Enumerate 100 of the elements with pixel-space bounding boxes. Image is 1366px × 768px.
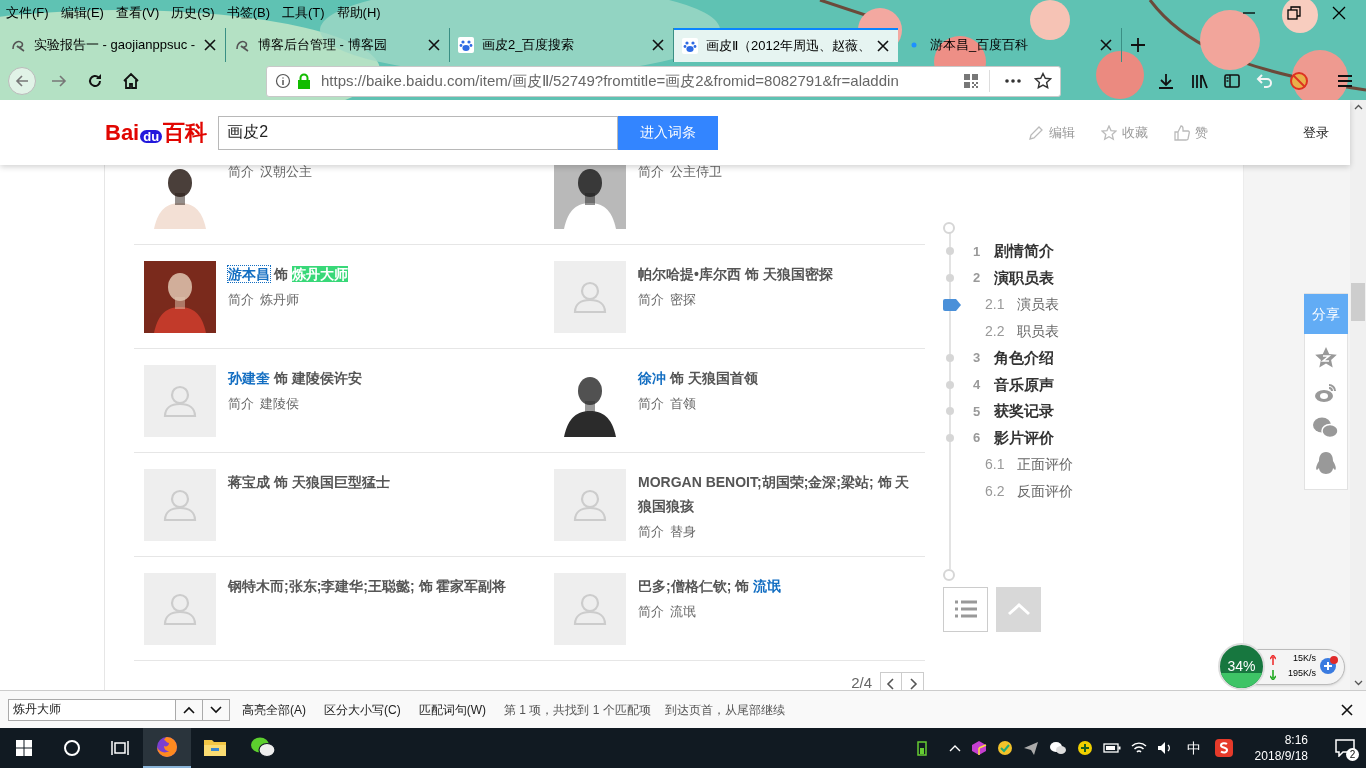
scrollbar[interactable]	[1350, 100, 1366, 690]
find-previous-button[interactable]	[176, 698, 203, 721]
url-text: https://baike.baidu.com/item/画皮Ⅱ/52749?fromtitle=画皮2&fromid=8082791&fr=aladdin	[321, 70, 900, 91]
browser-tab[interactable]: 实验报告一 - gaojianppsuc -	[2, 28, 226, 62]
toc-link[interactable]: 1 剧情简介	[973, 240, 1054, 263]
thumbs-up-icon	[1174, 124, 1191, 141]
download-icon[interactable]	[1157, 72, 1175, 90]
cast-title: 帕尔哈提•库尔西 饰 天狼国密探	[638, 265, 833, 284]
chevron-up-icon[interactable]	[1353, 104, 1363, 110]
notification-icon	[1335, 739, 1355, 757]
battery-charging-icon[interactable]	[916, 740, 927, 756]
speaker-icon[interactable]	[1156, 741, 1173, 755]
intro-label: 简介	[638, 163, 664, 181]
browser-tab[interactable]: 博客后台管理 - 博客园	[226, 28, 450, 62]
info-icon[interactable]	[275, 73, 291, 89]
penguin-icon[interactable]	[1314, 451, 1338, 477]
back-button[interactable]	[8, 67, 36, 95]
toc-link[interactable]: 6.2 反面评价	[973, 481, 1073, 503]
wifi-icon[interactable]	[1130, 741, 1147, 755]
search-icon[interactable]	[63, 739, 81, 757]
input-method-indicator[interactable]: 中	[1186, 737, 1201, 759]
toc-link[interactable]: 6.1 正面评价	[973, 454, 1073, 476]
menu-item[interactable]: 查看(V)	[109, 3, 166, 23]
person-icon	[162, 487, 198, 523]
browser-tab[interactable]: 画皮Ⅱ（2012年周迅、赵薇、	[674, 28, 898, 62]
menu-item[interactable]: 工具(T)	[276, 3, 331, 23]
new-tab-icon[interactable]	[1130, 37, 1146, 53]
sidebar-icon[interactable]	[1223, 72, 1241, 90]
task-view-icon[interactable]	[111, 740, 129, 756]
find-option[interactable]: 高亮全部(A)	[242, 700, 306, 719]
send-icon[interactable]	[1022, 740, 1039, 756]
toc-link[interactable]: 2.1 演员表	[973, 294, 1059, 316]
toc-link[interactable]: 6 影片评价	[973, 426, 1054, 450]
home-icon[interactable]	[122, 72, 140, 90]
toc-link[interactable]: 3 角色介绍	[973, 346, 1054, 370]
find-option[interactable]: 区分大小写(C)	[324, 700, 401, 719]
clock[interactable]: 8:16 2018/9/18	[1254, 732, 1308, 764]
toc-link[interactable]: 2 演职员表	[973, 266, 1054, 290]
find-next-button[interactable]	[203, 698, 230, 721]
actor-link[interactable]: 徐冲	[638, 370, 666, 386]
login-link[interactable]: 登录	[1303, 122, 1329, 143]
close-icon[interactable]	[1330, 4, 1348, 22]
scroll-thumb[interactable]	[1351, 283, 1365, 321]
find-option[interactable]: 匹配词句(W)	[418, 700, 486, 719]
toc-link[interactable]: 4 音乐原声	[973, 373, 1054, 397]
actor-link[interactable]: 游本昌	[228, 266, 270, 282]
toc-link[interactable]: 5 获奖记录	[973, 400, 1054, 423]
toc-list-button[interactable]	[943, 586, 988, 632]
menu-item[interactable]: 书签(B)	[220, 3, 276, 23]
star-icon[interactable]	[1314, 346, 1338, 370]
weibo-eye-icon[interactable]	[1314, 381, 1338, 405]
menu-item[interactable]: 历史(S)	[165, 3, 221, 23]
close-icon[interactable]	[203, 38, 217, 52]
chevron-down-icon[interactable]	[1353, 680, 1363, 686]
cube-icon[interactable]	[970, 740, 987, 756]
download-speed: 195K/s	[1287, 667, 1316, 680]
star-icon[interactable]	[1034, 72, 1052, 90]
close-icon[interactable]	[651, 38, 665, 52]
notification-button[interactable]: 2	[1324, 728, 1366, 768]
person-icon	[572, 279, 608, 315]
memory-percent: 34%	[1227, 657, 1256, 676]
close-icon[interactable]	[1341, 703, 1353, 716]
role-link[interactable]: 流氓	[753, 578, 782, 594]
close-icon[interactable]	[876, 39, 890, 53]
menu-icon[interactable]	[1336, 72, 1354, 90]
baike-logo[interactable]: Bai du 百科	[105, 121, 208, 144]
qr-code-icon[interactable]	[963, 73, 979, 89]
enter-entry-button[interactable]: 进入词条	[618, 115, 719, 150]
check-badge-icon[interactable]	[996, 740, 1013, 756]
restore-icon[interactable]	[1285, 4, 1303, 22]
cast-title: 游本昌 饰 炼丹大师	[228, 265, 348, 284]
close-icon[interactable]	[1099, 38, 1113, 52]
find-field[interactable]: 炼丹大师	[8, 698, 176, 721]
battery-icon[interactable]	[1102, 742, 1121, 754]
intro-label: 简介	[638, 603, 664, 621]
chevron-up-icon	[183, 705, 195, 714]
menu-item[interactable]: 编辑(E)	[54, 3, 110, 23]
menu-item[interactable]: 文件(F)	[0, 3, 55, 23]
sogou-icon[interactable]	[1214, 739, 1233, 757]
paw-icon	[682, 38, 698, 54]
address-bar[interactable]: https://baike.baidu.com/item/画皮Ⅱ/52749?fromtitle=画皮2&fromid=8082791&fr=aladdin	[266, 65, 1061, 97]
menu-item[interactable]: 帮助(H)	[330, 3, 387, 23]
actor-link[interactable]: 孙建奎	[228, 370, 270, 386]
star-icon	[1101, 124, 1118, 141]
browser-tab[interactable]: 画皮2_百度搜索	[450, 28, 674, 62]
taskbar-app[interactable]	[143, 728, 191, 768]
reload-icon[interactable]	[86, 72, 104, 90]
add-badge-icon[interactable]	[1319, 655, 1339, 675]
chevron-up-icon	[1006, 602, 1031, 617]
plus-circle-icon[interactable]	[1076, 740, 1093, 756]
wrap-notice: 到达页首，从尾部继续	[664, 701, 785, 719]
close-icon[interactable]	[427, 38, 441, 52]
toc-link[interactable]: 2.2 职员表	[973, 320, 1059, 342]
search-field[interactable]: 画皮2	[218, 115, 619, 150]
tab-title: 画皮Ⅱ（2012年周迅、赵薇、	[706, 37, 868, 56]
chat-bubbles-icon[interactable]	[1048, 740, 1067, 756]
globe-fox-icon	[155, 735, 179, 759]
pencil-icon	[1028, 124, 1045, 141]
library-icon[interactable]	[1190, 72, 1208, 90]
chevron-down-icon	[210, 705, 222, 714]
